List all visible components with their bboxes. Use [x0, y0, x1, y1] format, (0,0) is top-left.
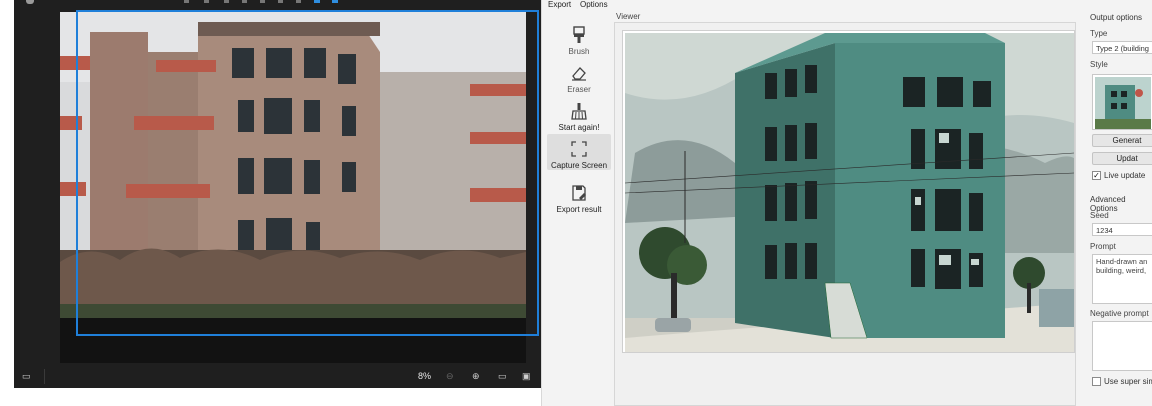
- toolbar-icon[interactable]: [260, 0, 265, 3]
- start-again-label: Start again!: [558, 123, 600, 132]
- live-update-checkbox[interactable]: ✓: [1092, 171, 1101, 180]
- negative-prompt-textarea[interactable]: [1092, 321, 1152, 371]
- brush-button[interactable]: Brush: [547, 20, 611, 56]
- result-image: [622, 30, 1075, 353]
- menu-options[interactable]: Options: [580, 0, 608, 9]
- type-select[interactable]: Type 2 (building: [1092, 41, 1152, 54]
- monitor-icon[interactable]: ▭: [22, 371, 31, 382]
- photo-viewer-window: ▭ 8% ⊖ ⊕ ▭ ▣: [0, 0, 541, 406]
- negative-prompt-label: Negative prompt: [1090, 309, 1149, 318]
- use-super-sim-checkbox[interactable]: [1092, 377, 1101, 386]
- toolbar-icon[interactable]: [224, 0, 229, 3]
- capture-screen-icon: [571, 141, 587, 157]
- export-result-label: Export result: [556, 205, 602, 214]
- type-label: Type: [1090, 29, 1108, 38]
- toolbar-icon[interactable]: [296, 0, 301, 3]
- prompt-label: Prompt: [1090, 242, 1116, 251]
- app-window: Export Options Brush Eraser Start again!…: [541, 0, 1152, 406]
- fit-screen-icon[interactable]: ▭: [498, 371, 507, 382]
- menu-export[interactable]: Export: [548, 0, 571, 9]
- menubar: Export Options: [542, 0, 1152, 10]
- toolbar-icon[interactable]: [278, 0, 283, 3]
- toolbar-icon[interactable]: [204, 0, 209, 3]
- zoom-in-icon[interactable]: ⊕: [472, 371, 480, 382]
- app-icon: [26, 0, 34, 4]
- export-icon: [572, 185, 586, 201]
- toolbar-icon[interactable]: [242, 0, 247, 3]
- toolbar-icon-active[interactable]: [314, 0, 320, 3]
- eraser-label: Eraser: [567, 85, 591, 94]
- zoom-level: 8%: [418, 371, 432, 381]
- toolbar-icon[interactable]: [184, 0, 189, 3]
- generate-button[interactable]: Generat: [1092, 134, 1152, 147]
- seed-input[interactable]: 1234: [1092, 223, 1152, 236]
- style-label: Style: [1090, 60, 1108, 69]
- use-super-sim-label: Use super sim: [1104, 377, 1152, 386]
- capture-screen-label: Capture Screen: [550, 161, 608, 170]
- update-button[interactable]: Updat: [1092, 152, 1152, 165]
- toolbar-icon-active[interactable]: [332, 0, 338, 3]
- tool-sidebar: Brush Eraser Start again! Capture Screen…: [546, 14, 612, 406]
- photo-viewer-body: ▭ 8% ⊖ ⊕ ▭ ▣: [14, 0, 541, 388]
- brush-label: Brush: [568, 47, 590, 56]
- eraser-icon: [572, 67, 586, 81]
- actual-size-icon[interactable]: ▣: [522, 371, 531, 382]
- eraser-button[interactable]: Eraser: [547, 58, 611, 94]
- zoom-out-icon[interactable]: ⊖: [446, 371, 454, 382]
- desktop: ▭ 8% ⊖ ⊕ ▭ ▣ Export Options Brush Eraser…: [0, 0, 1152, 406]
- divider: [44, 369, 45, 384]
- prompt-textarea[interactable]: Hand-drawn an building, weird,: [1092, 254, 1152, 304]
- live-update-label: Live update: [1104, 171, 1146, 180]
- export-result-button[interactable]: Export result: [547, 178, 611, 214]
- style-thumbnail[interactable]: [1092, 74, 1152, 130]
- photo-viewer-statusbar: ▭ 8% ⊖ ⊕ ▭ ▣: [14, 365, 541, 388]
- output-options-panel: Output options Type Type 2 (building Sty…: [1087, 12, 1152, 406]
- brush-icon: [573, 26, 585, 43]
- capture-selection-rectangle[interactable]: [76, 10, 539, 336]
- start-again-button[interactable]: Start again!: [547, 96, 611, 132]
- seed-label: Seed: [1090, 211, 1109, 220]
- viewer-label: Viewer: [616, 12, 641, 21]
- capture-screen-button[interactable]: Capture Screen: [547, 134, 611, 170]
- output-options-title: Output options: [1090, 13, 1143, 22]
- broom-icon: [571, 103, 587, 120]
- photo-viewer-titlebar: [14, 0, 541, 10]
